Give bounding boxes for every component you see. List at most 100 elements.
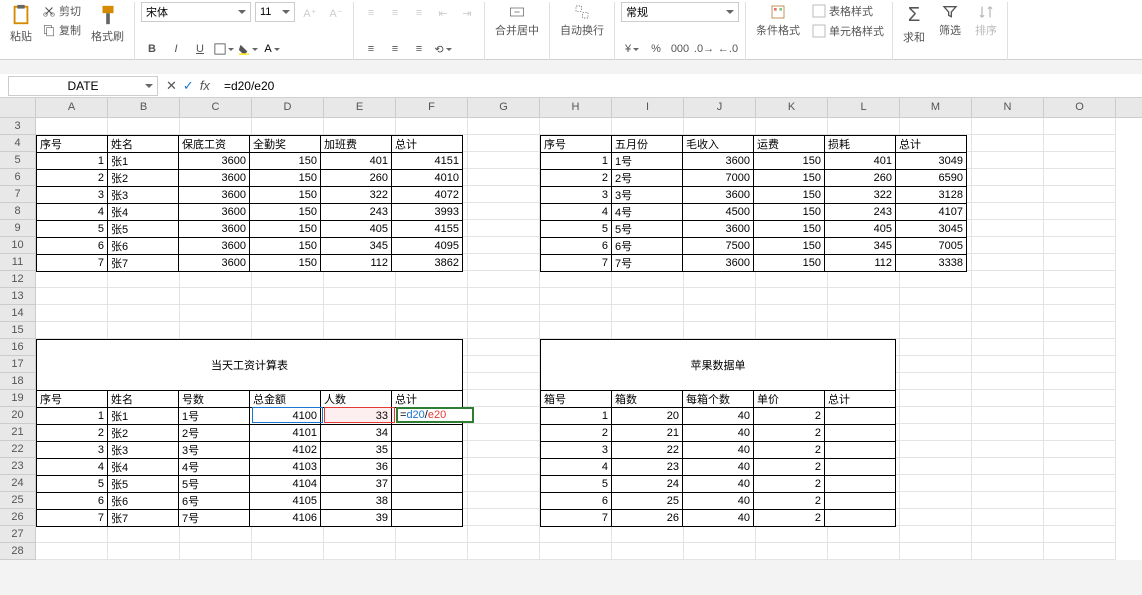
cell[interactable]: 243 [321, 204, 392, 221]
cell[interactable]: 150 [250, 153, 321, 170]
row-header[interactable]: 15 [0, 322, 35, 339]
cell[interactable]: 3号 [179, 442, 250, 459]
format-painter-button[interactable]: 格式刷 [87, 2, 128, 46]
cell[interactable]: 23 [612, 459, 683, 476]
fill-color-icon[interactable] [237, 38, 259, 60]
cell[interactable]: 1号 [612, 153, 683, 170]
cell[interactable]: 张4 [108, 459, 179, 476]
cell[interactable]: 3600 [683, 255, 754, 272]
formula-input[interactable]: =d20/e20 [218, 76, 1142, 96]
wrap-button[interactable]: 自动换行 [556, 2, 608, 40]
cell[interactable]: 张3 [108, 187, 179, 204]
cell[interactable] [392, 459, 463, 476]
row-header[interactable]: 6 [0, 169, 35, 186]
row-header[interactable]: 18 [0, 373, 35, 390]
col-header[interactable]: B [108, 98, 180, 117]
row-header[interactable]: 9 [0, 220, 35, 237]
cell[interactable]: 1 [37, 408, 108, 425]
cell[interactable]: 3600 [683, 187, 754, 204]
cell[interactable]: 3600 [179, 221, 250, 238]
cell[interactable] [392, 442, 463, 459]
cell[interactable]: 401 [825, 153, 896, 170]
cell[interactable]: 5 [541, 476, 612, 493]
col-header[interactable]: I [612, 98, 684, 117]
fontsize-select[interactable]: 11 [255, 2, 295, 22]
cell[interactable]: 6号 [179, 493, 250, 510]
cell[interactable]: 2 [754, 442, 825, 459]
cell[interactable]: 4104 [250, 476, 321, 493]
cell[interactable]: 7 [37, 255, 108, 272]
cell[interactable]: 150 [754, 187, 825, 204]
cell[interactable]: 4102 [250, 442, 321, 459]
cell[interactable]: 150 [250, 221, 321, 238]
cell[interactable]: 3128 [896, 187, 967, 204]
cell[interactable]: 2 [754, 510, 825, 527]
cell[interactable]: 4107 [896, 204, 967, 221]
increase-font-icon[interactable]: A⁺ [299, 2, 321, 24]
cell[interactable]: 4103 [250, 459, 321, 476]
cell[interactable]: 2 [37, 170, 108, 187]
cell[interactable]: 3600 [179, 170, 250, 187]
row-header[interactable]: 14 [0, 305, 35, 322]
cell[interactable] [825, 493, 896, 510]
cell[interactable] [392, 425, 463, 442]
cell[interactable]: 150 [754, 255, 825, 272]
align-middle-icon[interactable]: ≡ [384, 2, 406, 24]
select-all-corner[interactable] [0, 98, 36, 117]
cell[interactable]: 5号 [612, 221, 683, 238]
cell[interactable]: 39 [321, 510, 392, 527]
fx-icon[interactable]: fx [200, 78, 210, 93]
cell[interactable]: 2号 [179, 425, 250, 442]
row-header[interactable]: 3 [0, 118, 35, 135]
cell[interactable]: 7 [541, 510, 612, 527]
cell[interactable]: 4号 [179, 459, 250, 476]
cell-style-button[interactable]: 单元格样式 [810, 22, 886, 40]
cell[interactable]: 4 [541, 459, 612, 476]
cell[interactable]: 6 [37, 493, 108, 510]
numfmt-select[interactable]: 常规 [621, 2, 739, 22]
cell[interactable]: 401 [321, 153, 392, 170]
cell[interactable]: 张5 [108, 476, 179, 493]
cell[interactable]: 7000 [683, 170, 754, 187]
cell[interactable]: 34 [321, 425, 392, 442]
row-header[interactable]: 5 [0, 152, 35, 169]
cell[interactable]: 40 [683, 510, 754, 527]
cell[interactable]: 6 [37, 238, 108, 255]
cell[interactable]: 6590 [896, 170, 967, 187]
cell[interactable]: 4105 [250, 493, 321, 510]
cell[interactable]: 260 [321, 170, 392, 187]
cell[interactable]: 2 [754, 476, 825, 493]
cell[interactable]: 150 [250, 170, 321, 187]
indent-dec-icon[interactable]: ⇤ [432, 2, 454, 24]
col-header[interactable]: H [540, 98, 612, 117]
cell[interactable]: 1 [541, 153, 612, 170]
cell[interactable]: 322 [321, 187, 392, 204]
cell[interactable]: 3045 [896, 221, 967, 238]
indent-inc-icon[interactable]: ⇥ [456, 2, 478, 24]
cell[interactable]: 2 [754, 459, 825, 476]
col-header[interactable]: C [180, 98, 252, 117]
cell[interactable]: 6 [541, 238, 612, 255]
cell[interactable]: 4151 [392, 153, 463, 170]
col-header[interactable]: M [900, 98, 972, 117]
cell[interactable]: 35 [321, 442, 392, 459]
cell[interactable]: 6号 [612, 238, 683, 255]
cell[interactable] [825, 442, 896, 459]
sum-button[interactable]: Σ求和 [899, 2, 929, 60]
spreadsheet-grid[interactable]: ABCDEFGHIJKLMNO 345678910111213141516171… [0, 98, 1142, 560]
cell[interactable]: 150 [754, 153, 825, 170]
col-header[interactable]: J [684, 98, 756, 117]
row-header[interactable]: 17 [0, 356, 35, 373]
col-header[interactable]: L [828, 98, 900, 117]
percent-icon[interactable]: % [645, 38, 667, 60]
cell[interactable]: 24 [612, 476, 683, 493]
cell[interactable]: 7 [37, 510, 108, 527]
cell[interactable]: 4号 [612, 204, 683, 221]
cell[interactable]: 4 [37, 204, 108, 221]
cell[interactable]: 3600 [179, 238, 250, 255]
row-header[interactable]: 26 [0, 509, 35, 526]
cell[interactable]: 3 [37, 442, 108, 459]
cell[interactable]: 张3 [108, 442, 179, 459]
align-left-icon[interactable]: ≡ [360, 38, 382, 60]
cell[interactable]: 2 [754, 425, 825, 442]
